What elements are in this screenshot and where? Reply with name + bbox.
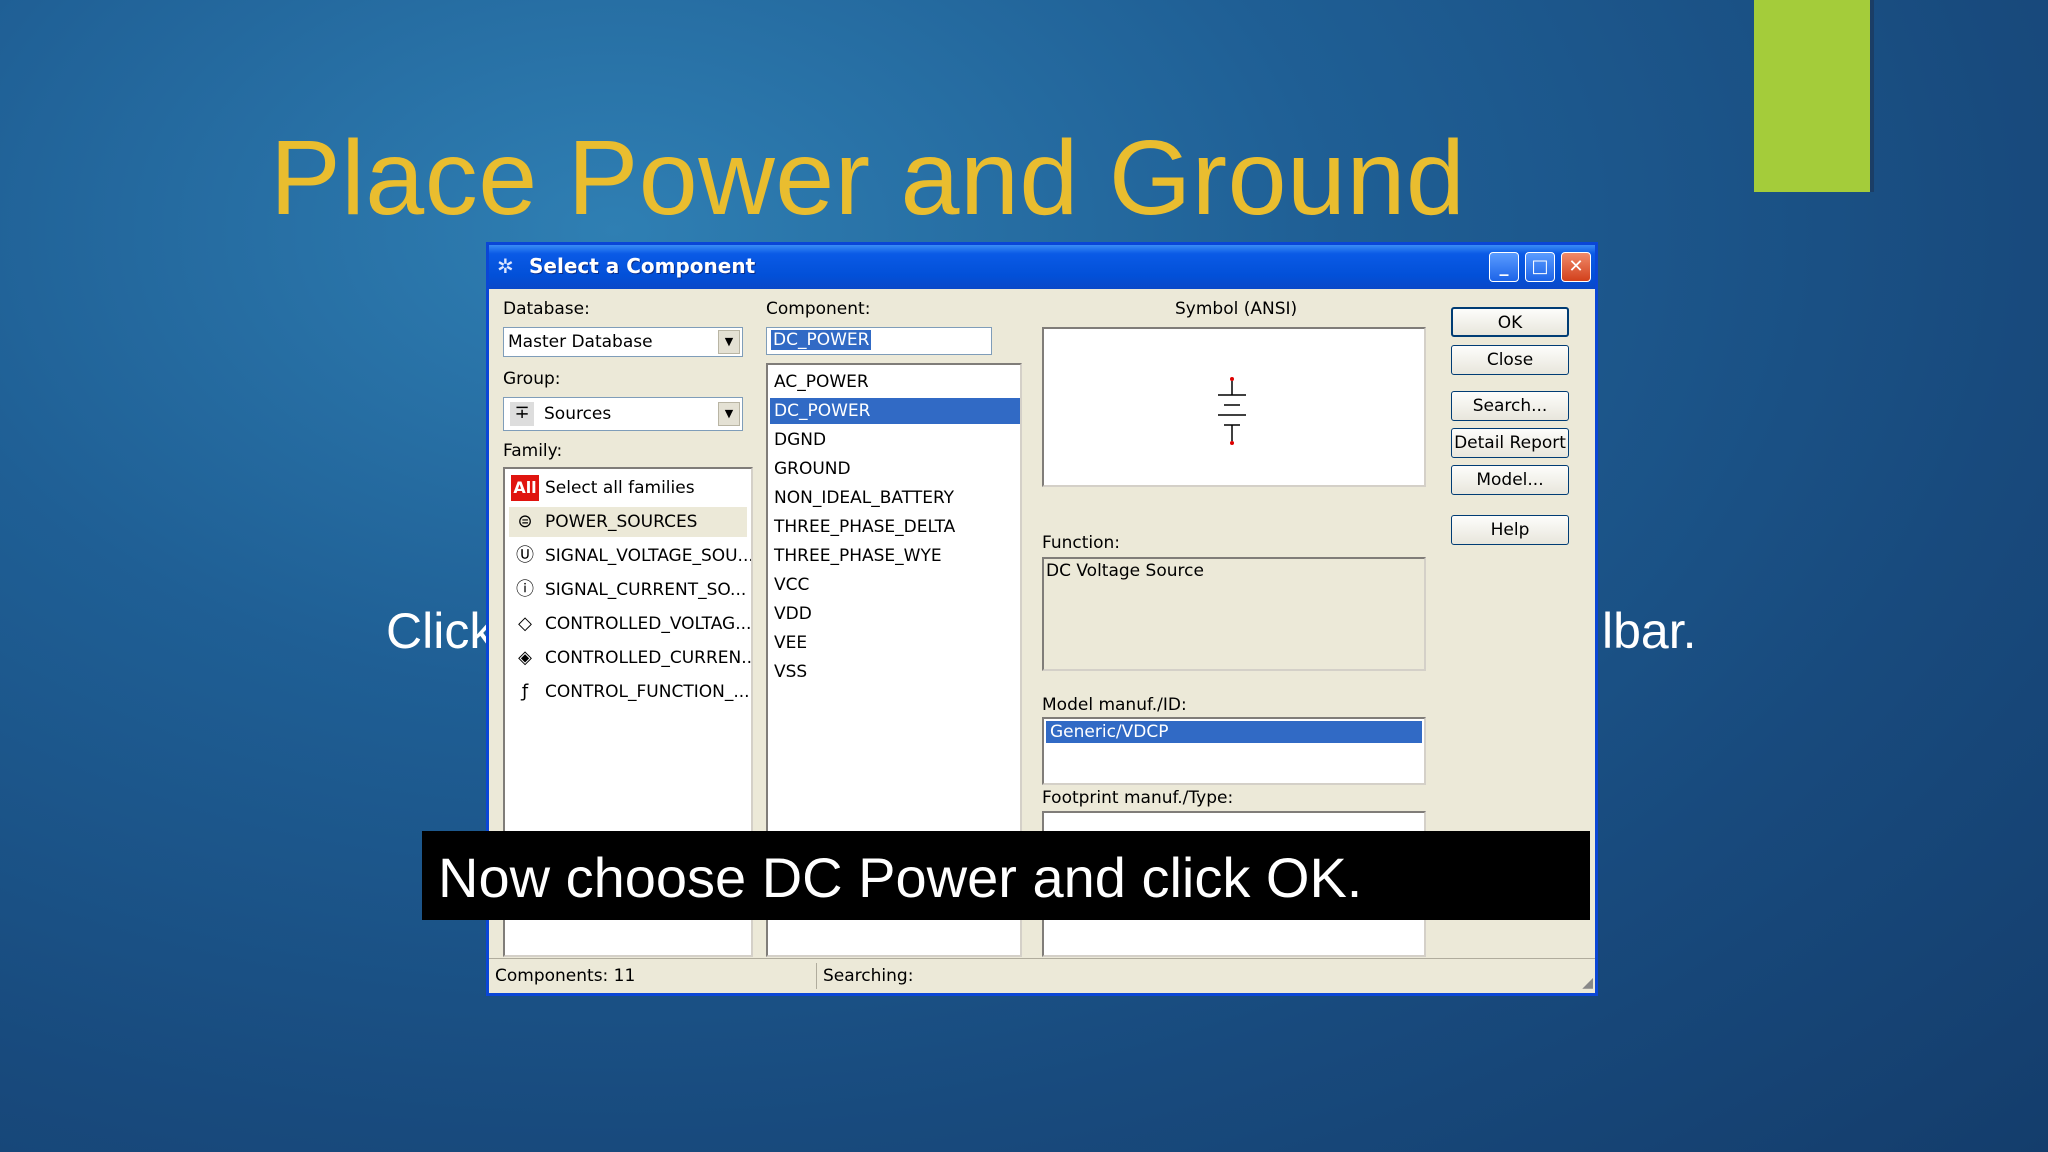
- list-item[interactable]: THREE_PHASE_WYE: [770, 543, 1020, 569]
- close-button[interactable]: Close: [1451, 345, 1569, 375]
- family-item-power-sources[interactable]: ⊜ POWER_SOURCES: [509, 507, 747, 537]
- family-item-label: CONTROL_FUNCTION_...: [545, 682, 750, 702]
- model-button[interactable]: Model...: [1451, 465, 1569, 495]
- family-item-label: CONTROLLED_CURREN...: [545, 648, 753, 668]
- components-count: Components: 11: [491, 963, 817, 989]
- symbol-label: Symbol (ANSI): [1175, 299, 1298, 319]
- close-window-button[interactable]: ✕: [1561, 252, 1591, 282]
- slide-accent-bar: [1754, 0, 1870, 192]
- database-label: Database:: [503, 299, 590, 319]
- database-value: Master Database: [508, 332, 653, 352]
- control-function-icon: ƒ: [521, 681, 529, 702]
- signal-voltage-icon: Ⓤ: [516, 545, 534, 566]
- component-input-value: DC_POWER: [771, 330, 872, 350]
- list-item[interactable]: DGND: [770, 427, 1020, 453]
- chevron-down-icon[interactable]: ▼: [718, 402, 740, 426]
- status-bar: Components: 11 Searching: ◢: [489, 958, 1595, 993]
- dialog-titlebar[interactable]: ✲ Select a Component _ □ ✕: [489, 245, 1595, 289]
- family-item-all[interactable]: All Select all families: [509, 473, 747, 503]
- help-button[interactable]: Help: [1451, 515, 1569, 545]
- controlled-voltage-icon: ◇: [518, 613, 532, 634]
- family-item-signal-current[interactable]: ⓘ SIGNAL_CURRENT_SO...: [509, 575, 747, 605]
- all-families-icon: All: [511, 475, 539, 501]
- slide-body-text-right: lbar.: [1602, 603, 1697, 659]
- family-item-control-function[interactable]: ƒ CONTROL_FUNCTION_...: [509, 677, 750, 707]
- family-item-controlled-voltage[interactable]: ◇ CONTROLLED_VOLTAG...: [509, 609, 751, 639]
- controlled-current-icon: ◈: [518, 647, 532, 668]
- list-item[interactable]: GROUND: [770, 456, 1020, 482]
- search-button[interactable]: Search...: [1451, 391, 1569, 421]
- minimize-button[interactable]: _: [1489, 252, 1519, 282]
- symbol-preview: [1042, 327, 1426, 487]
- family-item-label: SIGNAL_VOLTAGE_SOU...: [545, 546, 753, 566]
- sources-icon: ∓: [510, 402, 534, 426]
- function-label: Function:: [1042, 533, 1121, 553]
- chevron-down-icon[interactable]: ▼: [718, 330, 740, 354]
- maximize-button[interactable]: □: [1525, 252, 1555, 282]
- list-item[interactable]: AC_POWER: [770, 369, 1020, 395]
- group-label: Group:: [503, 369, 561, 389]
- slide-body-text-left: Click: [386, 603, 495, 659]
- component-search-input[interactable]: DC_POWER: [766, 327, 992, 355]
- list-item[interactable]: VCC: [770, 572, 1020, 598]
- function-field: DC Voltage Source: [1042, 557, 1426, 671]
- app-icon: ✲: [497, 254, 514, 278]
- searching-status: Searching:: [823, 966, 914, 986]
- family-label: Family:: [503, 441, 563, 461]
- group-select[interactable]: ∓ Sources ▼: [503, 397, 743, 431]
- model-label: Model manuf./ID:: [1042, 695, 1187, 715]
- list-item[interactable]: VEE: [770, 630, 1020, 656]
- list-item[interactable]: NON_IDEAL_BATTERY: [770, 485, 1020, 511]
- resize-grip-icon[interactable]: ◢: [1582, 975, 1593, 991]
- footprint-label: Footprint manuf./Type:: [1042, 788, 1234, 808]
- list-item[interactable]: VDD: [770, 601, 1020, 627]
- family-item-label: CONTROLLED_VOLTAG...: [545, 614, 752, 634]
- family-item-signal-voltage[interactable]: Ⓤ SIGNAL_VOLTAGE_SOU...: [509, 541, 751, 571]
- dialog-title: Select a Component: [529, 254, 756, 278]
- detail-report-button[interactable]: Detail Report: [1451, 428, 1569, 458]
- family-item-label: POWER_SOURCES: [545, 512, 698, 532]
- signal-current-icon: ⓘ: [516, 579, 534, 600]
- family-item-label: SIGNAL_CURRENT_SO...: [545, 580, 747, 600]
- family-item-label: Select all families: [545, 478, 695, 498]
- model-list[interactable]: Generic/VDCP: [1042, 717, 1426, 785]
- group-value: Sources: [544, 404, 612, 424]
- caption-text: Now choose DC Power and click OK.: [438, 846, 1363, 909]
- caption-box: Now choose DC Power and click OK.: [422, 831, 1590, 920]
- slide-title: Place Power and Ground: [270, 119, 1466, 237]
- component-label: Component:: [766, 299, 871, 319]
- database-select[interactable]: Master Database ▼: [503, 327, 743, 357]
- family-item-controlled-current[interactable]: ◈ CONTROLLED_CURREN...: [509, 643, 751, 673]
- list-item[interactable]: THREE_PHASE_DELTA: [770, 514, 1020, 540]
- dc-power-symbol-icon: [1218, 377, 1246, 445]
- list-item[interactable]: Generic/VDCP: [1046, 721, 1422, 743]
- ok-button[interactable]: OK: [1451, 307, 1569, 337]
- power-sources-icon: ⊜: [517, 511, 533, 532]
- list-item[interactable]: DC_POWER: [770, 398, 1020, 424]
- list-item[interactable]: VSS: [770, 659, 1020, 685]
- function-value: DC Voltage Source: [1046, 561, 1204, 581]
